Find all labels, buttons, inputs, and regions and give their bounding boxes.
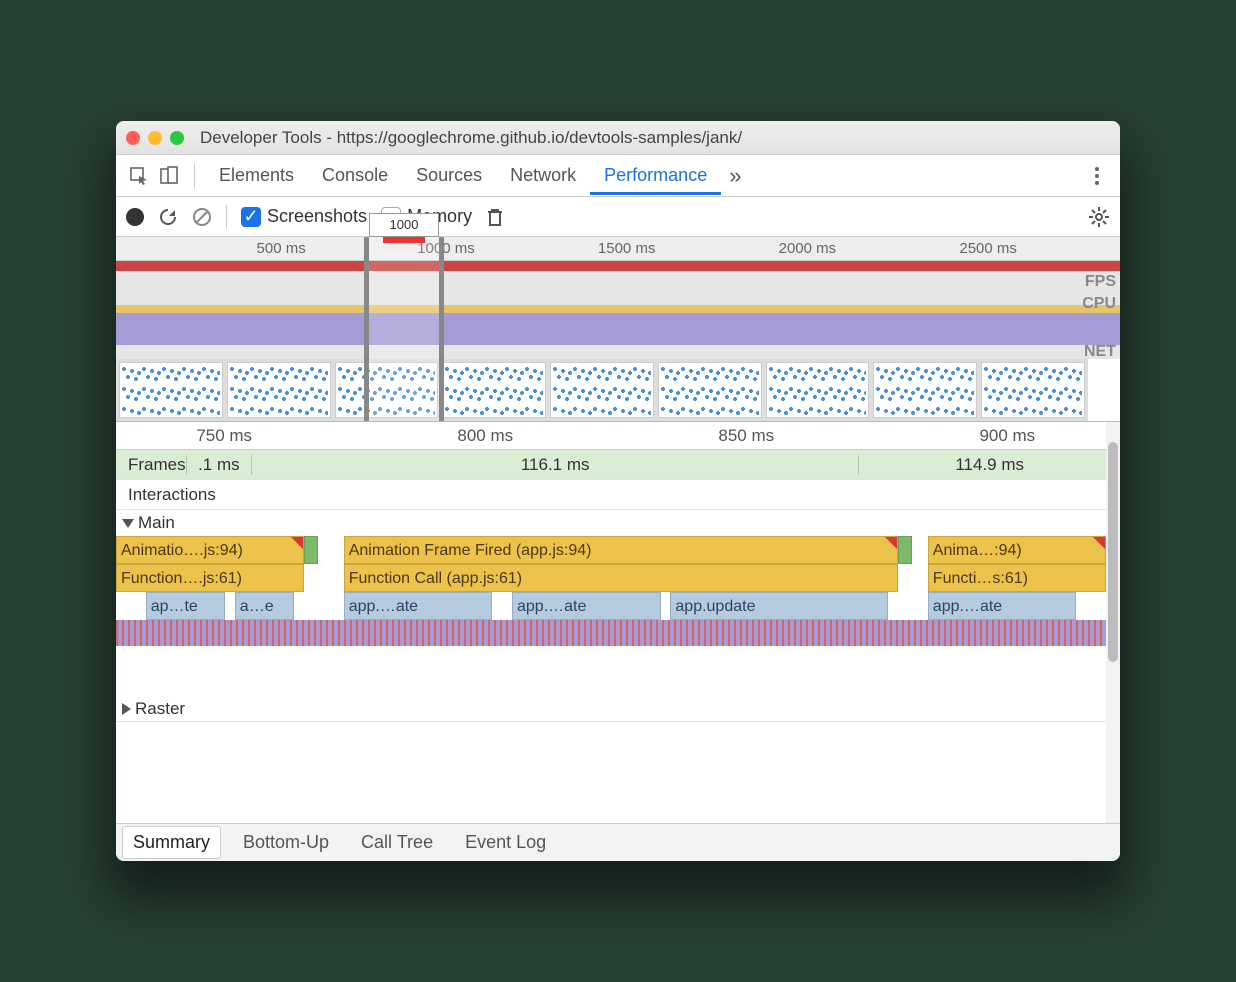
overview-cpu-row: CPU [116, 293, 1120, 345]
tab-network[interactable]: Network [496, 156, 590, 195]
frames-label: Frames [116, 455, 186, 475]
screenshots-label: Screenshots [267, 206, 367, 227]
checkbox-unchecked-icon [381, 207, 401, 227]
ruler-tick: 500 ms [257, 240, 306, 257]
more-tabs-icon[interactable]: » [721, 159, 749, 193]
chevron-right-icon [122, 703, 131, 715]
flame-bar[interactable]: a…e [235, 592, 294, 620]
window-controls [126, 131, 184, 145]
filmstrip-frame[interactable] [335, 362, 439, 418]
filmstrip-frame[interactable] [119, 362, 223, 418]
flamechart-detail: 750 ms 800 ms 850 ms 900 ms Frames .1 ms… [116, 422, 1120, 823]
chevron-down-icon [122, 519, 134, 528]
main-flamechart[interactable]: Animatio….js:94) Animation Frame Fired (a… [116, 536, 1120, 696]
memory-label: Memory [407, 206, 472, 227]
ruler-tick: 800 ms [457, 426, 513, 446]
net-label: NET [1084, 343, 1116, 361]
flame-bar[interactable]: Anima…:94) [928, 536, 1106, 564]
flame-bar[interactable]: app.…ate [344, 592, 493, 620]
trash-icon[interactable] [486, 207, 504, 227]
tab-event-log[interactable]: Event Log [455, 827, 556, 858]
filmstrip-frame[interactable] [550, 362, 654, 418]
devtools-window: Developer Tools - https://googlechrome.g… [116, 121, 1120, 861]
cpu-label: CPU [1082, 295, 1116, 313]
scrollbar-thumb[interactable] [1108, 442, 1118, 662]
filmstrip-frame[interactable] [658, 362, 762, 418]
reload-icon[interactable] [158, 207, 178, 227]
close-window-icon[interactable] [126, 131, 140, 145]
frame-cell[interactable]: 114.9 ms [858, 455, 1120, 475]
tab-elements[interactable]: Elements [205, 156, 308, 195]
flame-bar[interactable] [898, 536, 912, 564]
clear-icon[interactable] [192, 207, 212, 227]
frame-cell[interactable]: 116.1 ms [251, 455, 858, 475]
flame-bar[interactable] [304, 536, 318, 564]
frame-cell[interactable]: .1 ms [186, 455, 251, 475]
ruler-tick: 750 ms [196, 426, 252, 446]
flame-bar[interactable]: Function Call (app.js:61) [344, 564, 898, 592]
flame-bar[interactable]: Functi…s:61) [928, 564, 1106, 592]
frames-track[interactable]: Frames .1 ms 116.1 ms 114.9 ms [116, 450, 1120, 480]
flame-bar[interactable]: app.…ate [512, 592, 661, 620]
flame-bar[interactable]: app.…ate [928, 592, 1077, 620]
ruler-tick: 2000 ms [779, 240, 837, 257]
ruler-tick: 900 ms [979, 426, 1035, 446]
kebab-menu-icon[interactable] [1082, 161, 1112, 191]
tab-sources[interactable]: Sources [402, 156, 496, 195]
screenshots-filmstrip[interactable] [116, 359, 1088, 421]
flame-bar[interactable]: Animatio….js:94) [116, 536, 304, 564]
screenshots-checkbox[interactable]: ✓ Screenshots [241, 206, 367, 227]
ruler-tick: 850 ms [718, 426, 774, 446]
title-bar[interactable]: Developer Tools - https://googlechrome.g… [116, 121, 1120, 155]
main-track-header[interactable]: Main [116, 510, 1120, 536]
raster-label: Raster [135, 699, 185, 719]
ruler-tick: 1500 ms [598, 240, 656, 257]
panel-tabstrip: Elements Console Sources Network Perform… [116, 155, 1120, 197]
flame-bar[interactable]: app.update [670, 592, 888, 620]
detail-ruler[interactable]: 750 ms 800 ms 850 ms 900 ms [116, 422, 1120, 450]
tab-console[interactable]: Console [308, 156, 402, 195]
interactions-label: Interactions [116, 485, 216, 505]
filmstrip-frame[interactable] [227, 362, 331, 418]
tab-performance[interactable]: Performance [590, 156, 721, 195]
settings-gear-icon[interactable] [1088, 206, 1110, 228]
tab-call-tree[interactable]: Call Tree [351, 827, 443, 858]
flame-bar[interactable]: Animation Frame Fired (app.js:94) [344, 536, 898, 564]
flame-activity-row[interactable] [116, 620, 1106, 646]
filmstrip-frame[interactable] [442, 362, 546, 418]
record-button[interactable] [126, 208, 144, 226]
raster-track-header[interactable]: Raster [116, 696, 1120, 722]
interactions-track[interactable]: Interactions [116, 480, 1120, 510]
overview-fps-bar [116, 261, 1120, 271]
details-tabstrip: Summary Bottom-Up Call Tree Event Log [116, 823, 1120, 861]
minimize-window-icon[interactable] [148, 131, 162, 145]
tab-bottom-up[interactable]: Bottom-Up [233, 827, 339, 858]
flame-bar[interactable]: ap…te [146, 592, 225, 620]
overview-fps-row: FPS [116, 271, 1120, 293]
zoom-window-icon[interactable] [170, 131, 184, 145]
inspect-element-icon[interactable] [124, 161, 154, 191]
overview-net-row: NET [116, 345, 1120, 359]
main-label: Main [138, 513, 175, 533]
memory-checkbox[interactable]: Memory [381, 206, 472, 227]
performance-toolbar: ✓ Screenshots Memory [116, 197, 1120, 237]
filmstrip-frame[interactable] [766, 362, 870, 418]
device-toolbar-icon[interactable] [154, 161, 184, 191]
checkbox-checked-icon: ✓ [241, 207, 261, 227]
ruler-tick: 1000 ms [417, 240, 475, 257]
flame-bar[interactable]: Function….js:61) [116, 564, 304, 592]
window-title: Developer Tools - https://googlechrome.g… [200, 128, 742, 148]
vertical-scrollbar[interactable] [1106, 422, 1120, 823]
ruler-tick: 2500 ms [959, 240, 1017, 257]
tab-summary[interactable]: Summary [122, 826, 221, 859]
fps-label: FPS [1085, 273, 1116, 291]
overview-ruler[interactable]: 500 ms 1000 ms 1500 ms 2000 ms 2500 ms [116, 237, 1120, 261]
filmstrip-frame[interactable] [873, 362, 977, 418]
filmstrip-frame[interactable] [981, 362, 1085, 418]
timeline-overview[interactable]: 500 ms 1000 ms 1500 ms 2000 ms 2500 ms F… [116, 237, 1120, 422]
